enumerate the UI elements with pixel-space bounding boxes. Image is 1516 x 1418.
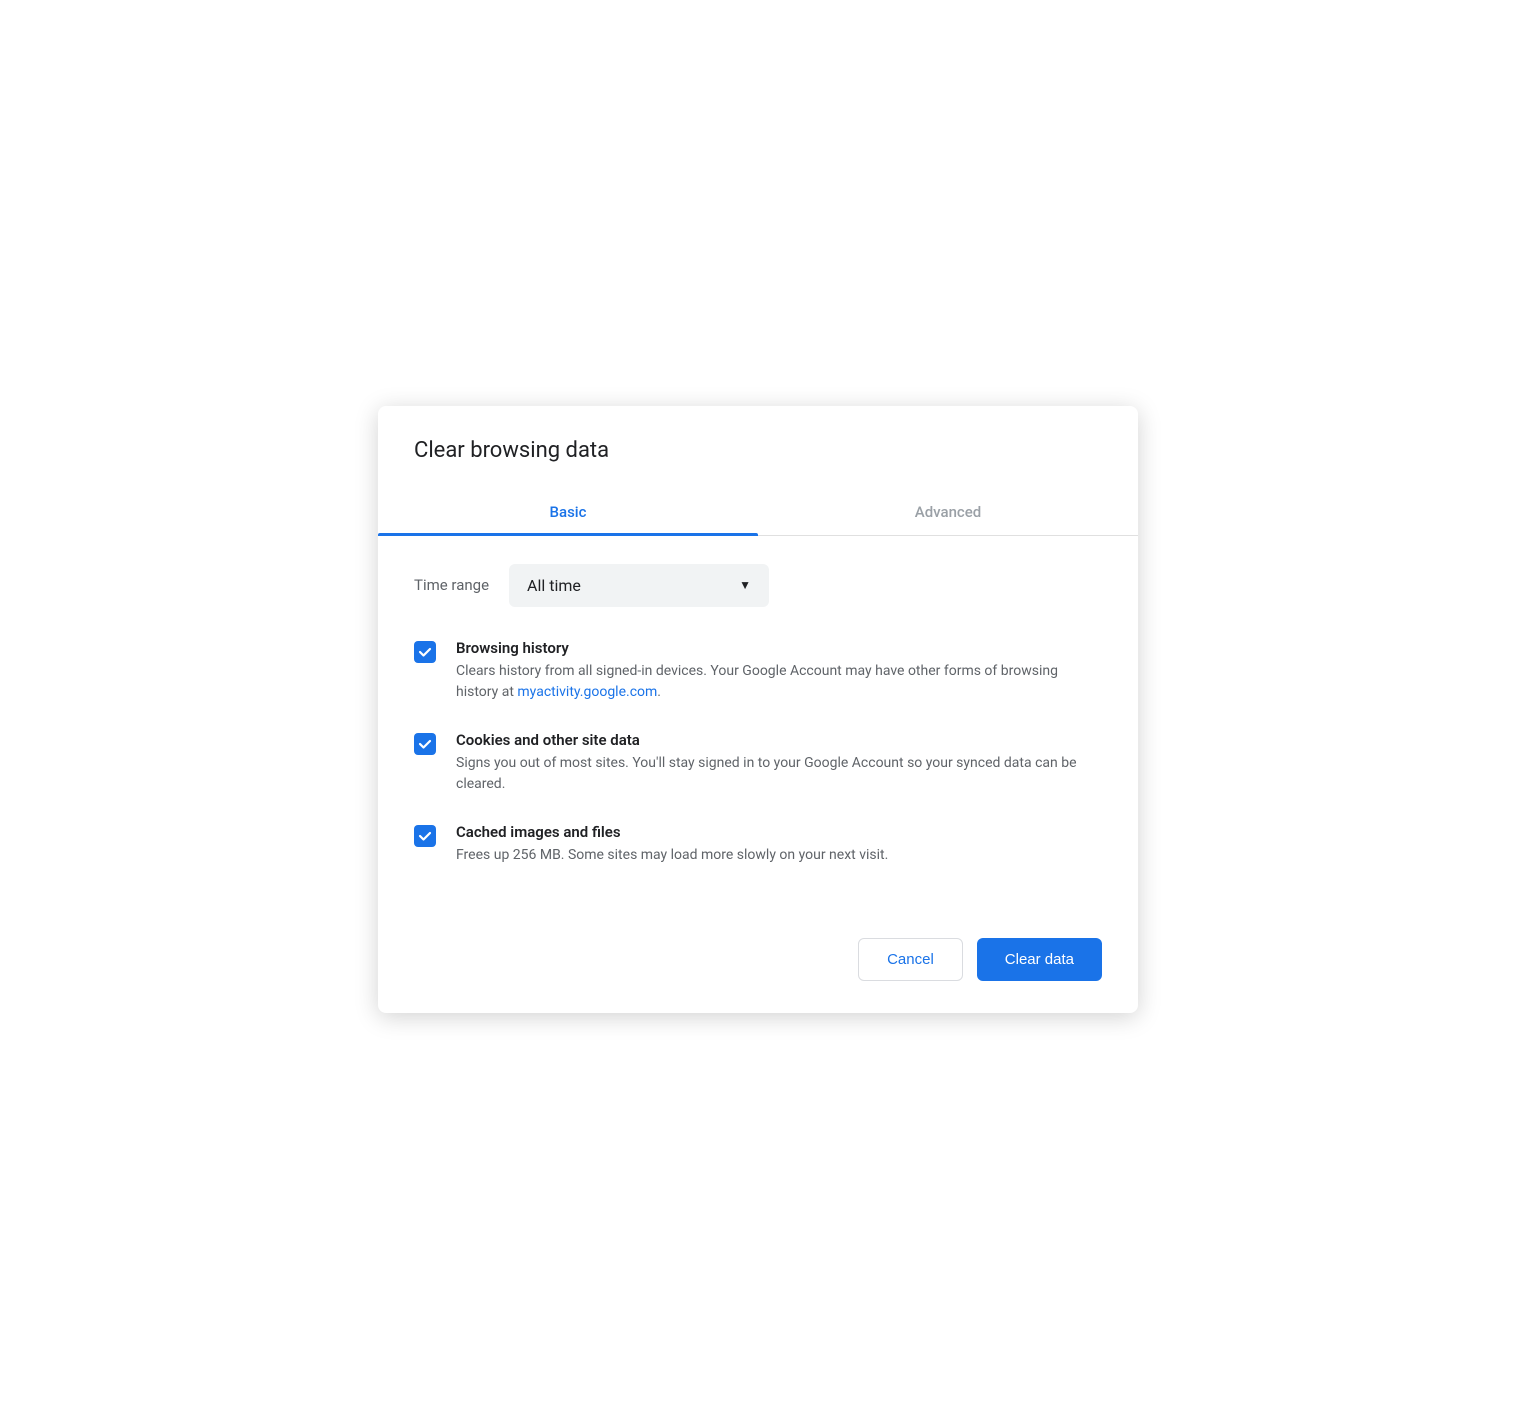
- cookies-content: Cookies and other site data Signs you ou…: [456, 731, 1102, 795]
- tabs-row: Basic Advanced: [378, 487, 1138, 536]
- cookies-checkbox[interactable]: [414, 733, 436, 755]
- browsing-history-content: Browsing history Clears history from all…: [456, 639, 1102, 703]
- browsing-history-item: Browsing history Clears history from all…: [414, 639, 1102, 703]
- dialog-title: Clear browsing data: [378, 406, 1138, 487]
- cancel-button[interactable]: Cancel: [858, 938, 963, 981]
- cookies-desc: Signs you out of most sites. You'll stay…: [456, 753, 1102, 795]
- cached-content: Cached images and files Frees up 256 MB.…: [456, 823, 1102, 866]
- tab-basic[interactable]: Basic: [378, 487, 758, 535]
- browsing-history-checkbox[interactable]: [414, 641, 436, 663]
- checkmark-icon: [418, 829, 432, 843]
- cookies-title: Cookies and other site data: [456, 731, 1102, 749]
- time-range-value: All time: [527, 576, 581, 595]
- dialog-content: Time range All time ▼ Browsing history C…: [378, 536, 1138, 866]
- tab-advanced[interactable]: Advanced: [758, 487, 1138, 535]
- dialog-footer: Cancel Clear data: [378, 906, 1138, 1013]
- checkmark-icon: [418, 645, 432, 659]
- cached-checkbox[interactable]: [414, 825, 436, 847]
- clear-data-button[interactable]: Clear data: [977, 938, 1102, 981]
- time-range-row: Time range All time ▼: [414, 564, 1102, 607]
- cached-desc: Frees up 256 MB. Some sites may load mor…: [456, 845, 1102, 866]
- cached-title: Cached images and files: [456, 823, 1102, 841]
- checkmark-icon: [418, 737, 432, 751]
- browsing-history-desc: Clears history from all signed-in device…: [456, 661, 1102, 703]
- time-range-label: Time range: [414, 576, 489, 594]
- time-range-select[interactable]: All time ▼: [509, 564, 769, 607]
- browsing-history-title: Browsing history: [456, 639, 1102, 657]
- clear-browsing-data-dialog: Clear browsing data Basic Advanced Time …: [378, 406, 1138, 1013]
- cookies-item: Cookies and other site data Signs you ou…: [414, 731, 1102, 795]
- dropdown-arrow-icon: ▼: [739, 578, 751, 592]
- cached-item: Cached images and files Frees up 256 MB.…: [414, 823, 1102, 866]
- myactivity-link[interactable]: myactivity.google.com: [517, 684, 657, 700]
